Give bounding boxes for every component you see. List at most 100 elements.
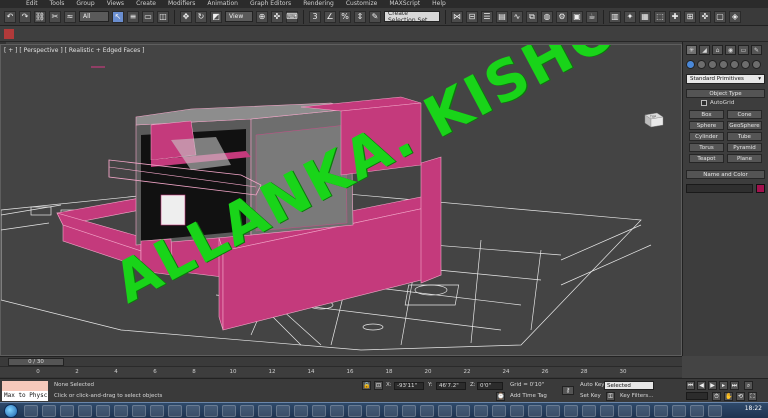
bind-space-warp-icon[interactable]: ≈: [64, 10, 76, 23]
autogrid-checkbox[interactable]: [701, 100, 707, 106]
selection-lock-icon[interactable]: 🔒: [362, 381, 371, 390]
taskbar-app-icon[interactable]: [474, 405, 488, 417]
taskbar-app-icon[interactable]: [636, 405, 650, 417]
trackbar[interactable]: 0 2 4 6 8 10 12 14 16 18 20 22 24 26 28 …: [0, 366, 682, 379]
taskbar-app-icon[interactable]: [222, 405, 236, 417]
lights-icon[interactable]: [708, 60, 717, 69]
taskbar-app-icon[interactable]: [168, 405, 182, 417]
extra-tool-icon[interactable]: ▥: [609, 10, 621, 23]
taskbar-app-icon[interactable]: [240, 405, 254, 417]
taskbar-app-icon[interactable]: [258, 405, 272, 417]
taskbar-app-icon[interactable]: [600, 405, 614, 417]
pan-icon[interactable]: ✋: [724, 392, 733, 401]
key-filters-button[interactable]: Key Filters...: [620, 393, 653, 399]
display-tab-icon[interactable]: ▭: [738, 45, 749, 55]
current-frame-field[interactable]: [686, 392, 708, 400]
snap-toggle-icon[interactable]: 3: [309, 10, 321, 23]
maxscript-output[interactable]: [2, 381, 48, 391]
pyramid-button[interactable]: Pyramid: [727, 143, 762, 152]
orbit-icon[interactable]: ⟲: [736, 392, 745, 401]
link-icon[interactable]: ⛓: [34, 10, 46, 23]
menu-animation[interactable]: Animation: [207, 0, 238, 8]
named-selection-set-dropdown[interactable]: Create Selection Set: [384, 10, 440, 24]
curve-editor-icon[interactable]: ∿: [511, 10, 523, 23]
window-crossing-icon[interactable]: ◫: [157, 10, 169, 23]
rendered-frame-window-icon[interactable]: ▣: [571, 10, 583, 23]
menu-edit[interactable]: Edit: [26, 0, 38, 8]
pivot-center-icon[interactable]: ⊕: [256, 10, 268, 23]
angle-snap-icon[interactable]: ∠: [324, 10, 336, 23]
y-coordinate-field[interactable]: 46'7.2": [436, 382, 466, 390]
menu-create[interactable]: Create: [136, 0, 156, 8]
menu-rendering[interactable]: Rendering: [303, 0, 334, 8]
extra-tool-icon[interactable]: ⊞: [684, 10, 696, 23]
motion-tab-icon[interactable]: ◉: [725, 45, 736, 55]
name-and-color-rollout[interactable]: Name and Color: [686, 170, 765, 179]
torus-button[interactable]: Torus: [689, 143, 724, 152]
next-frame-icon[interactable]: ▸: [719, 381, 728, 390]
select-move-icon[interactable]: ✥: [180, 10, 192, 23]
add-time-tag[interactable]: Add Time Tag: [510, 393, 547, 399]
taskbar-app-icon[interactable]: [186, 405, 200, 417]
geosphere-button[interactable]: GeoSphere: [727, 121, 762, 130]
extra-tool-icon[interactable]: ▦: [639, 10, 651, 23]
render-production-icon[interactable]: ☕: [586, 10, 598, 23]
extra-tool-icon[interactable]: ✚: [669, 10, 681, 23]
taskbar-app-icon[interactable]: [294, 405, 308, 417]
taskbar-app-icon[interactable]: [330, 405, 344, 417]
taskbar-app-icon[interactable]: [312, 405, 326, 417]
selection-filter-dropdown[interactable]: All: [79, 11, 109, 22]
x-coordinate-field[interactable]: -93'11": [394, 382, 424, 390]
geometry-icon[interactable]: [686, 60, 695, 69]
menu-modifiers[interactable]: Modifiers: [168, 0, 195, 8]
material-editor-icon[interactable]: ◍: [541, 10, 553, 23]
create-tab-icon[interactable]: ✳: [686, 45, 697, 55]
taskbar-app-icon[interactable]: [708, 405, 722, 417]
taskbar-app-icon[interactable]: [438, 405, 452, 417]
taskbar-app-icon[interactable]: [402, 405, 416, 417]
taskbar-app-icon[interactable]: [276, 405, 290, 417]
shapes-icon[interactable]: [697, 60, 706, 69]
taskbar-app-icon[interactable]: [618, 405, 632, 417]
taskbar-app-icon[interactable]: [582, 405, 596, 417]
render-setup-icon[interactable]: ⚙: [556, 10, 568, 23]
taskbar-app-icon[interactable]: [60, 405, 74, 417]
maxscript-listener[interactable]: Max to Physc: [2, 381, 48, 401]
zoom-icon[interactable]: ⌕: [744, 381, 753, 390]
z-coordinate-field[interactable]: 0'0": [477, 382, 503, 390]
plane-button[interactable]: Plane: [727, 154, 762, 163]
menu-tools[interactable]: Tools: [50, 0, 65, 8]
object-name-field[interactable]: [686, 184, 753, 193]
key-mode-dropdown[interactable]: Selected: [604, 381, 654, 390]
taskbar-app-icon[interactable]: [672, 405, 686, 417]
taskbar-app-icon[interactable]: [366, 405, 380, 417]
hierarchy-tab-icon[interactable]: ⌂: [712, 45, 723, 55]
menu-maxscript[interactable]: MAXScript: [389, 0, 420, 8]
taskbar-app-icon[interactable]: [132, 405, 146, 417]
reference-coordinate-dropdown[interactable]: View: [225, 11, 253, 22]
mirror-icon[interactable]: ⋈: [451, 10, 463, 23]
taskbar-clock[interactable]: 18:22: [745, 405, 762, 412]
taskbar-app-icon[interactable]: [510, 405, 524, 417]
taskbar-app-icon[interactable]: [456, 405, 470, 417]
object-type-rollout[interactable]: Object Type: [686, 89, 765, 98]
set-key-icon[interactable]: ⚿: [606, 392, 615, 401]
perspective-viewport[interactable]: [ + ] [ Perspective ] [ Realistic + Edge…: [0, 44, 682, 356]
extra-tool-icon[interactable]: ✦: [624, 10, 636, 23]
play-icon[interactable]: ▶: [708, 381, 717, 390]
viewport-label[interactable]: [ + ] [ Perspective ] [ Realistic + Edge…: [4, 47, 144, 54]
cameras-icon[interactable]: [719, 60, 728, 69]
percent-snap-icon[interactable]: %: [339, 10, 351, 23]
cylinder-button[interactable]: Cylinder: [689, 132, 724, 141]
taskbar-app-icon[interactable]: [384, 405, 398, 417]
layer-manager-icon[interactable]: ☰: [481, 10, 493, 23]
menu-help[interactable]: Help: [432, 0, 446, 8]
key-icon[interactable]: ⚷: [562, 386, 574, 395]
previous-frame-icon[interactable]: ◀: [697, 381, 706, 390]
taskbar-app-icon[interactable]: [24, 405, 38, 417]
schematic-view-icon[interactable]: ⧉: [526, 10, 538, 23]
undo-icon[interactable]: ↶: [4, 10, 16, 23]
systems-icon[interactable]: [752, 60, 761, 69]
go-to-start-icon[interactable]: ⏮: [686, 381, 695, 390]
select-object-icon[interactable]: ↖: [112, 10, 124, 23]
